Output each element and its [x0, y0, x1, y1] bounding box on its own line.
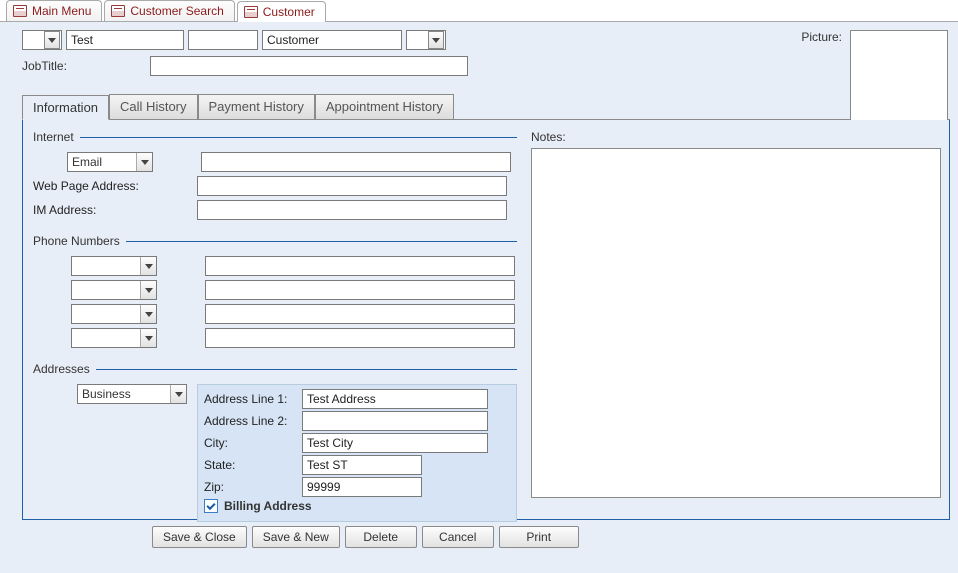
phone-input[interactable] [205, 256, 515, 276]
tab-appointment-history[interactable]: Appointment History [315, 94, 454, 119]
addr-state-label: State: [204, 458, 300, 472]
web-input[interactable] [197, 176, 507, 196]
im-input[interactable] [197, 200, 507, 220]
notes-label: Notes: [531, 130, 566, 144]
save-new-button[interactable]: Save & New [252, 526, 340, 548]
window-tab-label: Customer [263, 5, 315, 19]
group-label: Internet [33, 130, 74, 144]
chevron-down-icon [140, 257, 156, 275]
addr-line2-input[interactable] [302, 411, 488, 431]
jobtitle-input[interactable] [150, 56, 468, 76]
right-column: Notes: [531, 130, 941, 511]
form-icon [13, 5, 27, 17]
picture-block: Picture: [801, 30, 948, 124]
group-phone: Phone Numbers [33, 234, 517, 348]
left-column: Internet Email Web Page Address: IM [33, 130, 517, 511]
addr-zip-input[interactable]: 99999 [302, 477, 422, 497]
prefix-dropdown[interactable] [22, 30, 62, 50]
phone-type-dropdown[interactable] [71, 304, 157, 324]
phone-type-dropdown[interactable] [71, 328, 157, 348]
addr-zip-label: Zip: [204, 480, 300, 494]
billing-label: Billing Address [224, 499, 312, 513]
email-input[interactable] [201, 152, 511, 172]
group-internet: Internet Email Web Page Address: IM [33, 130, 517, 220]
window-tab-label: Main Menu [32, 4, 91, 18]
email-type-value: Email [72, 155, 102, 169]
suffix-dropdown[interactable] [406, 30, 446, 50]
web-label: Web Page Address: [33, 179, 193, 193]
address-box: Address Line 1: Test Address Address Lin… [197, 384, 517, 522]
billing-checkbox[interactable] [204, 499, 218, 513]
check-icon [206, 500, 215, 509]
addr-city-input[interactable]: Test City [302, 433, 488, 453]
tab-panel-information: Internet Email Web Page Address: IM [22, 120, 950, 520]
workspace: Picture: Test Customer JobTitle: Informa… [0, 22, 958, 573]
button-row: Save & Close Save & New Delete Cancel Pr… [152, 526, 950, 548]
form-icon [111, 5, 125, 17]
form-icon [244, 6, 258, 18]
phone-type-dropdown[interactable] [71, 256, 157, 276]
tab-call-history[interactable]: Call History [109, 94, 197, 119]
chevron-down-icon [140, 329, 156, 347]
first-name-input[interactable]: Test [66, 30, 184, 50]
jobtitle-label: JobTitle: [22, 59, 142, 73]
cancel-button[interactable]: Cancel [422, 526, 494, 548]
phone-input[interactable] [205, 304, 515, 324]
window-tab-main-menu[interactable]: Main Menu [6, 0, 102, 21]
delete-button[interactable]: Delete [345, 526, 417, 548]
email-type-dropdown[interactable]: Email [67, 152, 153, 172]
phone-type-dropdown[interactable] [71, 280, 157, 300]
chevron-down-icon [44, 31, 60, 49]
addr-line1-label: Address Line 1: [204, 392, 300, 406]
im-label: IM Address: [33, 203, 193, 217]
group-label: Phone Numbers [33, 234, 120, 248]
window-tab-bar: Main Menu Customer Search Customer [0, 0, 958, 22]
chevron-down-icon [428, 31, 444, 49]
addr-line1-input[interactable]: Test Address [302, 389, 488, 409]
divider [80, 137, 517, 138]
tab-payment-history[interactable]: Payment History [198, 94, 315, 119]
tab-information[interactable]: Information [22, 95, 109, 120]
window-tab-customer-search[interactable]: Customer Search [104, 0, 234, 21]
group-addresses: Addresses Business Address Line 1: Test … [33, 362, 517, 522]
chevron-down-icon [140, 305, 156, 323]
picture-placeholder[interactable] [850, 30, 948, 124]
window-tab-label: Customer Search [130, 4, 223, 18]
chevron-down-icon [136, 153, 152, 171]
notes-textarea[interactable] [531, 148, 941, 498]
addr-city-label: City: [204, 436, 300, 450]
address-type-dropdown[interactable]: Business [77, 384, 187, 404]
middle-name-input[interactable] [188, 30, 258, 50]
group-label: Addresses [33, 362, 90, 376]
window-tab-customer[interactable]: Customer [237, 1, 326, 22]
phone-input[interactable] [205, 328, 515, 348]
phone-input[interactable] [205, 280, 515, 300]
last-name-input[interactable]: Customer [262, 30, 402, 50]
divider [126, 241, 517, 242]
address-type-value: Business [82, 387, 131, 401]
save-close-button[interactable]: Save & Close [152, 526, 247, 548]
addr-state-input[interactable]: Test ST [302, 455, 422, 475]
chevron-down-icon [170, 385, 186, 403]
chevron-down-icon [140, 281, 156, 299]
print-button[interactable]: Print [499, 526, 579, 548]
addr-line2-label: Address Line 2: [204, 414, 300, 428]
picture-label: Picture: [801, 30, 842, 44]
divider [96, 369, 517, 370]
